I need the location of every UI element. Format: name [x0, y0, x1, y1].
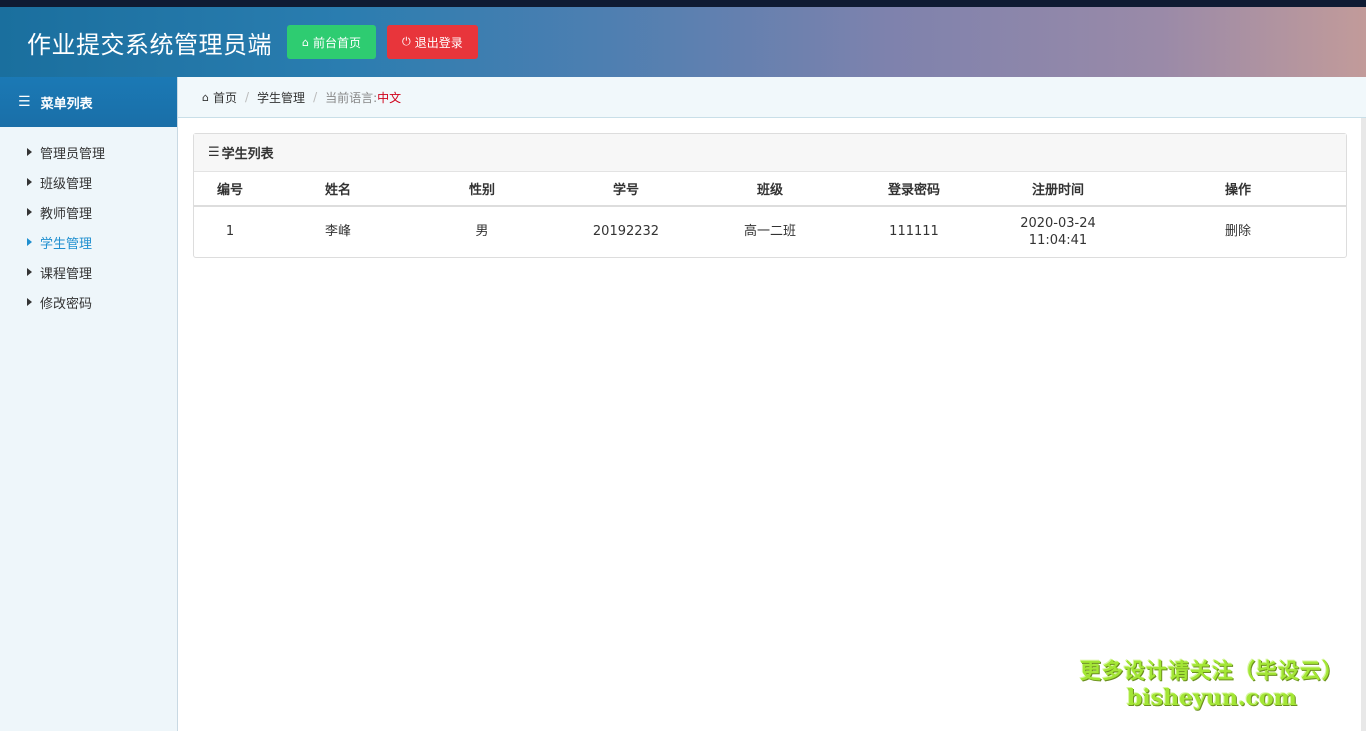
sidebar-item-admin-management[interactable]: 管理员管理: [0, 137, 177, 167]
cell-name: 李峰: [324, 224, 351, 239]
cell-id: 1: [225, 224, 235, 239]
column-header: 学号: [554, 172, 698, 207]
cell-password: 111111: [889, 224, 939, 239]
home-icon: ⌂: [302, 35, 309, 49]
column-header: 注册时间: [986, 172, 1130, 207]
reg-date: 2020-03-24: [1020, 215, 1096, 231]
cell-class: 高一二班: [743, 224, 796, 239]
logout-button[interactable]: ⏻ 退出登录: [387, 25, 478, 59]
sidebar-item-label: 教师管理: [40, 206, 93, 222]
breadcrumb-home[interactable]: ⌂ 首页: [202, 89, 237, 106]
column-header: 登录密码: [842, 172, 986, 207]
cell-student-no: 20192232: [592, 224, 660, 239]
sidebar-header: ☰ 菜单列表: [0, 77, 177, 127]
sidebar-item-course-management[interactable]: 课程管理: [0, 257, 177, 287]
breadcrumb-home-label: 首页: [212, 90, 237, 105]
watermark: 更多设计请关注（毕设云） bisheyun.com: [1078, 655, 1346, 711]
power-icon: ⏻: [402, 35, 411, 48]
frontend-home-button[interactable]: ⌂ 前台首页: [287, 25, 376, 59]
column-header: 姓名: [266, 172, 410, 207]
breadcrumb-current[interactable]: 学生管理: [257, 89, 305, 106]
sidebar-item-label: 学生管理: [40, 236, 93, 252]
delete-link[interactable]: 删除: [1225, 224, 1251, 239]
sidebar-item-label: 班级管理: [40, 176, 93, 192]
language-value: 中文: [377, 90, 402, 105]
caret-right-icon: [27, 268, 32, 276]
sidebar-menu: 管理员管理 班级管理 教师管理 学生管理 课程管理 修改密码: [0, 137, 177, 317]
sidebar: ☰ 菜单列表 管理员管理 班级管理 教师管理 学生管理 课程管理 修改密码: [0, 77, 178, 731]
watermark-line1: 更多设计请关注（毕设云）: [1080, 659, 1344, 683]
column-header: 性别: [410, 172, 554, 207]
caret-right-icon: [27, 298, 32, 306]
column-header: 编号: [194, 172, 266, 207]
panel-header: ☰ 学生列表: [194, 134, 1346, 172]
reg-time: 11:04:41: [1028, 232, 1088, 248]
column-header: 操作: [1130, 172, 1346, 207]
table-header-row: 编号 姓名 性别 学号 班级 登录密码 注册时间 操作: [194, 172, 1346, 207]
student-table: 编号 姓名 性别 学号 班级 登录密码 注册时间 操作 1 李峰 男 20192…: [194, 172, 1346, 256]
scrollbar[interactable]: [1361, 118, 1366, 731]
column-header: 班级: [698, 172, 842, 207]
language-label: 当前语言:: [325, 90, 378, 105]
cell-reg-time: 2020-03-24 11:04:41: [986, 206, 1130, 256]
sidebar-item-label: 课程管理: [40, 266, 93, 282]
caret-right-icon: [27, 238, 32, 246]
sidebar-item-teacher-management[interactable]: 教师管理: [0, 197, 177, 227]
cell-action: 删除: [1130, 206, 1346, 256]
cell-gender: 男: [475, 224, 489, 239]
breadcrumb: ⌂ 首页 / 学生管理 / 当前语言: 中文: [178, 77, 1366, 118]
app-header: 作业提交系统管理员端 ⌂ 前台首页 ⏻ 退出登录: [0, 7, 1366, 77]
watermark-line2: bisheyun.com: [1127, 685, 1297, 711]
table-row: 1 李峰 男 20192232 高一二班 111111 2020-03-24 1…: [194, 206, 1346, 256]
caret-right-icon: [27, 208, 32, 216]
caret-right-icon: [27, 178, 32, 186]
home-icon: ⌂: [202, 90, 209, 104]
app-title: 作业提交系统管理员端: [27, 30, 272, 59]
logout-label: 退出登录: [414, 35, 463, 50]
sidebar-item-student-management[interactable]: 学生管理: [0, 227, 177, 257]
caret-right-icon: [27, 148, 32, 156]
student-list-panel: ☰ 学生列表 编号 姓名 性别 学号 班级 登录密码 注册时间 操作 1 李峰 …: [193, 133, 1347, 258]
breadcrumb-separator: /: [313, 90, 318, 104]
list-icon: ☰: [18, 94, 31, 110]
frontend-home-label: 前台首页: [312, 35, 361, 50]
breadcrumb-separator: /: [245, 90, 250, 104]
sidebar-item-class-management[interactable]: 班级管理: [0, 167, 177, 197]
sidebar-item-change-password[interactable]: 修改密码: [0, 287, 177, 317]
list-icon: ☰: [208, 145, 220, 160]
top-strip: [0, 0, 1366, 7]
panel-title: 学生列表: [221, 147, 274, 162]
sidebar-item-label: 管理员管理: [40, 146, 106, 162]
sidebar-item-label: 修改密码: [40, 296, 93, 312]
sidebar-title: 菜单列表: [40, 96, 93, 112]
